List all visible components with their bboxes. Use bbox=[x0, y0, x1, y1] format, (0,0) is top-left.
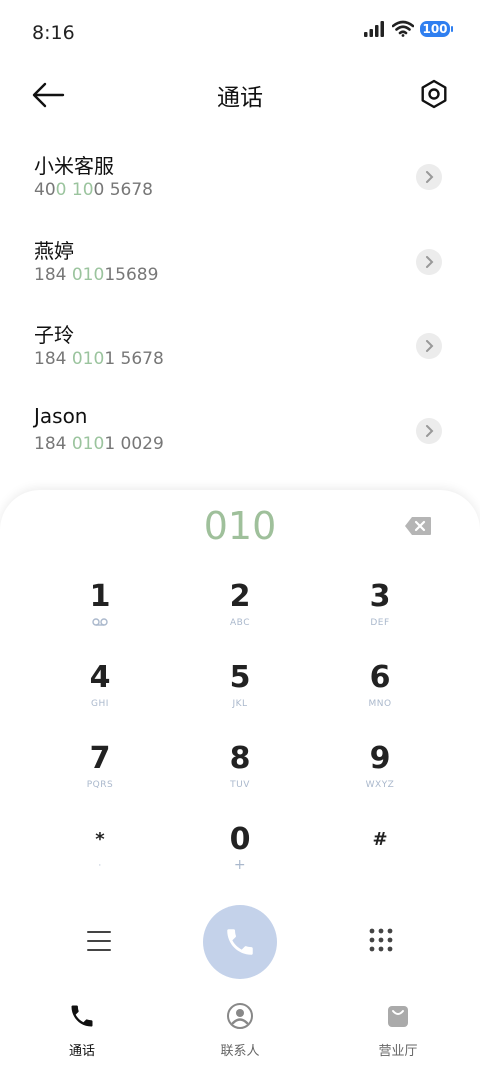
dial-key-3[interactable]: 3 DEF bbox=[320, 580, 440, 650]
status-icons: 100 bbox=[364, 20, 453, 37]
dial-key-0[interactable]: 0 + bbox=[180, 823, 300, 893]
status-time: 8:16 bbox=[32, 22, 75, 44]
dialpad-toggle-icon[interactable] bbox=[368, 927, 394, 953]
dial-key-1[interactable]: 1 bbox=[40, 580, 160, 650]
settings-icon[interactable] bbox=[418, 78, 450, 110]
dial-key-7[interactable]: 7 PQRS bbox=[40, 742, 160, 812]
bottom-navigation: 通话 联系人 营业厅 bbox=[0, 990, 480, 1067]
tab-label: 联系人 bbox=[220, 1044, 260, 1059]
dialpad-panel: 010 1 2 ABC 3 DEF 4 GHI 5 JKL 6 MNO 7 PQ… bbox=[0, 490, 480, 990]
contact-row[interactable]: Jason 184 0101 0029 bbox=[0, 388, 480, 473]
contact-name: 小米客服 bbox=[34, 154, 114, 178]
dialer-actions bbox=[0, 905, 480, 985]
battery-icon: 100 bbox=[420, 20, 453, 37]
chevron-right-icon[interactable] bbox=[416, 333, 442, 359]
dial-key-hash[interactable]: # bbox=[320, 823, 440, 893]
dial-key-4[interactable]: 4 GHI bbox=[40, 661, 160, 731]
call-button[interactable] bbox=[203, 905, 277, 979]
tab-contacts[interactable]: 联系人 bbox=[180, 1002, 300, 1059]
wifi-icon bbox=[392, 20, 414, 37]
contact-row[interactable]: 子玲 184 0101 5678 bbox=[0, 303, 480, 388]
dial-key-9[interactable]: 9 WXYZ bbox=[320, 742, 440, 812]
dial-key-5[interactable]: 5 JKL bbox=[180, 661, 300, 731]
voicemail-icon bbox=[40, 618, 160, 629]
tab-calls[interactable]: 通话 bbox=[22, 1002, 142, 1059]
dial-key-star[interactable]: * · bbox=[40, 823, 160, 893]
tab-label: 通话 bbox=[68, 1044, 95, 1059]
backspace-icon[interactable] bbox=[404, 516, 432, 536]
chevron-right-icon[interactable] bbox=[416, 248, 442, 275]
shopping-bag-icon bbox=[388, 1006, 408, 1027]
contact-number: 400 100 5678 bbox=[34, 180, 153, 200]
contact-number: 184 0101 0029 bbox=[34, 433, 164, 454]
page-title: 通话 bbox=[217, 85, 263, 111]
chevron-right-icon[interactable] bbox=[416, 417, 442, 444]
chevron-right-icon[interactable] bbox=[416, 164, 442, 190]
header: 通话 bbox=[0, 66, 480, 126]
contact-name: 子玲 bbox=[34, 323, 74, 347]
dial-key-6[interactable]: 6 MNO bbox=[320, 661, 440, 731]
tab-service-hall[interactable]: 营业厅 bbox=[338, 1002, 458, 1059]
menu-icon[interactable] bbox=[86, 929, 112, 953]
contact-name: Jason bbox=[34, 403, 88, 428]
contact-row[interactable]: 小米客服 400 100 5678 bbox=[0, 134, 480, 219]
contact-name: 燕婷 bbox=[34, 238, 74, 263]
contact-number: 184 01015689 bbox=[34, 264, 159, 285]
person-icon bbox=[227, 1003, 253, 1029]
contact-row[interactable]: 燕婷 184 01015689 bbox=[0, 219, 480, 304]
contact-number: 184 0101 5678 bbox=[34, 349, 164, 369]
dial-key-8[interactable]: 8 TUV bbox=[180, 742, 300, 812]
signal-icon bbox=[364, 20, 384, 37]
phone-icon bbox=[71, 1005, 93, 1027]
contact-suggestion-list: 小米客服 400 100 5678 燕婷 184 01015689 子玲 184… bbox=[0, 134, 480, 472]
status-bar: 8:16 100 bbox=[0, 0, 480, 66]
phone-icon bbox=[227, 929, 253, 955]
tab-label: 营业厅 bbox=[378, 1044, 418, 1059]
dial-key-2[interactable]: 2 ABC bbox=[180, 580, 300, 650]
